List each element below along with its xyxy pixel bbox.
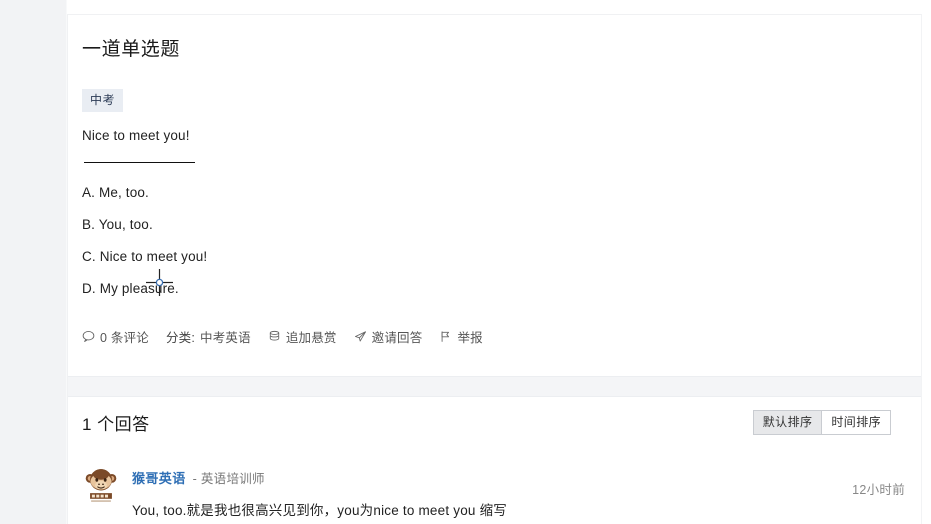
question-tag[interactable]: 中考 — [82, 89, 124, 112]
option-a[interactable]: A. Me, too. — [82, 183, 891, 203]
report-meta[interactable]: 举报 — [439, 327, 483, 346]
answer-author-role: - 英语培训师 — [192, 472, 265, 486]
page-title: 一道单选题 — [82, 39, 181, 60]
flag-icon — [439, 330, 452, 343]
option-d[interactable]: D. My pleasure. — [82, 279, 891, 299]
blank-underline — [84, 162, 195, 163]
answer-username[interactable]: 猴哥英语 — [132, 468, 186, 487]
category-meta: 分类: 中考英语 — [166, 327, 251, 346]
page-root: 一道单选题 中考 Nice to meet you! A. Me, too. B… — [0, 0, 931, 524]
invite-meta[interactable]: 邀请回答 — [354, 327, 423, 346]
comments-count-label: 0 条评论 — [100, 331, 149, 345]
coins-stack-icon — [268, 330, 281, 343]
monkey-avatar-icon[interactable] — [82, 467, 120, 505]
question-card: 一道单选题 中考 Nice to meet you! A. Me, too. B… — [67, 14, 922, 524]
category-link[interactable]: 中考英语 — [200, 327, 251, 346]
report-label: 举报 — [457, 331, 483, 345]
bounty-meta[interactable]: 追加悬赏 — [268, 327, 337, 346]
answer-item: 猴哥英语 - 英语培训师 You, too.就是我也很高兴见到你，you为nic… — [82, 467, 905, 521]
question-stem: Nice to meet you! — [82, 128, 190, 143]
invite-label: 邀请回答 — [371, 331, 423, 345]
question-card-inner: 一道单选题 中考 Nice to meet you! A. Me, too. B… — [68, 15, 921, 346]
comment-bubble-icon — [82, 330, 95, 343]
answer-timestamp: 12小时前 — [852, 483, 905, 497]
comments-meta[interactable]: 0 条评论 — [82, 327, 149, 346]
category-label: 分类: — [165, 331, 196, 345]
tag-row: 中考 — [82, 89, 891, 112]
sort-toggle-group: 默认排序 时间排序 — [752, 410, 891, 435]
option-c[interactable]: C. Nice to meet you! — [82, 247, 891, 267]
answer-author-row: 猴哥英语 - 英语培训师 — [132, 468, 905, 487]
answers-count: 1 个回答 — [82, 415, 150, 434]
option-b[interactable]: B. You, too. — [82, 215, 891, 235]
sort-default-button[interactable]: 默认排序 — [752, 410, 823, 435]
answer-main: 猴哥英语 - 英语培训师 You, too.就是我也很高兴见到你，you为nic… — [132, 467, 905, 521]
bounty-label: 追加悬赏 — [285, 331, 337, 345]
question-meta-bar: 0 条评论 分类: 中考英语 追加悬赏 邀请回答 举报 — [82, 327, 891, 346]
answers-header: 1 个回答 默认排序 时间排序 — [82, 410, 891, 435]
sort-time-button[interactable]: 时间排序 — [822, 410, 891, 435]
question-body: Nice to meet you! A. Me, too. B. You, to… — [82, 126, 891, 299]
section-divider — [68, 376, 921, 397]
answer-text: You, too.就是我也很高兴见到你，you为nice to meet you… — [132, 503, 507, 518]
paper-plane-icon — [354, 330, 367, 343]
